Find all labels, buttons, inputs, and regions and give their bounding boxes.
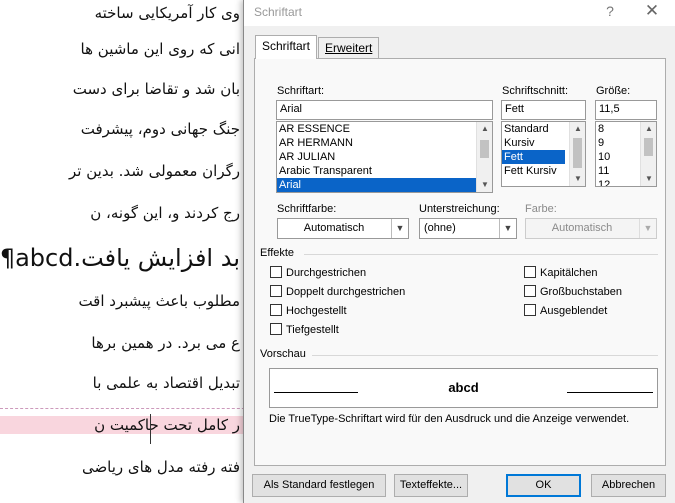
document-line: بد افزایش یافت.abcd¶	[0, 244, 240, 272]
document-line: مطلوب باعث پیشبرد اقت	[78, 292, 240, 310]
document-page: وی کار آمریکایی ساخته انی که روی این ماش…	[0, 0, 260, 503]
preview-note: Die TrueType-Schriftart wird für den Aus…	[269, 413, 630, 425]
divider	[304, 254, 658, 255]
chevron-down-icon[interactable]: ▼	[641, 172, 656, 186]
checkbox-label[interactable]: Großbuchstaben	[540, 286, 622, 298]
tab-schriftart[interactable]: Schriftart	[255, 35, 318, 59]
document-line: جنگ جهانی دوم، پیشرفت	[80, 120, 240, 138]
text-effects-button[interactable]: Texteffekte...	[394, 474, 468, 497]
ok-button[interactable]: OK	[506, 474, 581, 497]
scroll-thumb[interactable]	[573, 138, 582, 168]
checkbox-label[interactable]: Durchgestrichen	[286, 267, 366, 279]
dropdown-value: Automatisch	[551, 222, 613, 234]
text-cursor	[150, 414, 151, 444]
dropdown-value: (ohne)	[424, 222, 456, 234]
close-button[interactable]: ✕	[642, 1, 662, 21]
style-input[interactable]: Fett	[501, 100, 586, 120]
document-line: رگران معمولی شد. بدین تر	[69, 162, 240, 180]
checkbox-durchgestrichen[interactable]	[270, 266, 282, 278]
list-item[interactable]: Arabic Transparent	[277, 164, 492, 178]
dialog-title: Schriftart	[254, 5, 303, 19]
chevron-up-icon[interactable]: ▲	[477, 122, 492, 136]
divider	[312, 355, 658, 356]
document-line: انی که روی این ماشین ها	[80, 40, 240, 58]
cancel-button[interactable]: Abbrechen	[591, 474, 666, 497]
style-list-scrollbar[interactable]: ▲ ▼	[569, 122, 585, 186]
scroll-thumb[interactable]	[480, 140, 489, 158]
chevron-down-icon: ▼	[639, 219, 656, 238]
font-input[interactable]: Arial	[276, 100, 493, 120]
tab-label: Schriftart	[262, 39, 311, 53]
size-list[interactable]: 8 9 10 11 12 ▲ ▼	[595, 121, 657, 187]
document-line: وی کار آمریکایی ساخته	[94, 4, 240, 22]
help-button[interactable]: ?	[600, 3, 620, 21]
preview-baseline-right	[567, 392, 653, 393]
document-line: فته رفته مدل های ریاضی	[81, 458, 240, 476]
document-line: رج کردند و، این گونه، ن	[90, 204, 240, 222]
tab-label: Erweitert	[325, 41, 373, 55]
size-label: Größe:	[596, 85, 631, 97]
tab-erweitert[interactable]: Erweitert	[318, 37, 380, 59]
chevron-up-icon[interactable]: ▲	[570, 122, 585, 136]
dialog-titlebar[interactable]: Schriftart ? ✕	[244, 0, 675, 26]
checkbox-doppelt-durchgestrichen[interactable]	[270, 285, 282, 297]
underline-label: Unterstreichung:	[419, 203, 500, 215]
style-list[interactable]: Standard Kursiv Fett Fett Kursiv ▲ ▼	[501, 121, 586, 187]
document-line: ع می برد. در همین برها	[91, 334, 240, 352]
font-list-scrollbar[interactable]: ▲ ▼	[476, 122, 492, 192]
list-item[interactable]: AR ESSENCE	[277, 122, 492, 136]
dropdown-value: Automatisch	[303, 222, 365, 234]
checkbox-label[interactable]: Ausgeblendet	[540, 305, 607, 317]
chevron-down-icon[interactable]: ▼	[570, 172, 585, 186]
checkbox-ausgeblendet[interactable]	[524, 304, 536, 316]
checkbox-label[interactable]: Tiefgestellt	[286, 324, 339, 336]
checkbox-hochgestellt[interactable]	[270, 304, 282, 316]
preview-title: Vorschau	[260, 348, 306, 360]
checkbox-tiefgestellt[interactable]	[270, 323, 282, 335]
document-line: تبدیل اقتصاد به علمی با	[92, 374, 240, 392]
set-default-button[interactable]: Als Standard festlegen	[252, 474, 386, 497]
list-item-selected[interactable]: Fett	[502, 150, 565, 164]
font-color-label: Schriftfarbe:	[277, 203, 337, 215]
list-item-selected[interactable]: Arial	[277, 178, 476, 192]
font-label: Schriftart:	[277, 85, 325, 97]
size-input[interactable]: 11,5	[595, 100, 657, 120]
chevron-up-icon[interactable]: ▲	[641, 122, 656, 136]
scroll-thumb[interactable]	[644, 138, 653, 156]
checkbox-label[interactable]: Doppelt durchgestrichen	[286, 286, 405, 298]
document-line: بان شد و تقاضا برای دست	[72, 80, 240, 98]
style-label: Schriftschnitt:	[502, 85, 569, 97]
chevron-down-icon[interactable]: ▼	[477, 178, 492, 192]
document-line-highlighted: ر کامل تحت حاکمیت ن	[0, 416, 260, 434]
checkbox-kapitaelchen[interactable]	[524, 266, 536, 278]
chevron-down-icon[interactable]: ▼	[499, 219, 516, 238]
size-list-scrollbar[interactable]: ▲ ▼	[640, 122, 656, 186]
list-item[interactable]: AR HERMANN	[277, 136, 492, 150]
checkbox-grossbuchstaben[interactable]	[524, 285, 536, 297]
preview-box: abcd	[269, 368, 658, 408]
chevron-down-icon[interactable]: ▼	[391, 219, 408, 238]
underline-color-dropdown: Automatisch ▼	[525, 218, 657, 239]
font-color-dropdown[interactable]: Automatisch ▼	[277, 218, 409, 239]
list-item[interactable]: AR JULIAN	[277, 150, 492, 164]
underline-dropdown[interactable]: (ohne) ▼	[419, 218, 517, 239]
font-dialog: Schriftart ? ✕ Schriftart Erweitert Schr…	[243, 0, 675, 503]
page-margin-guide	[0, 408, 260, 409]
checkbox-label[interactable]: Hochgestellt	[286, 305, 347, 317]
checkbox-label[interactable]: Kapitälchen	[540, 267, 598, 279]
effects-title: Effekte	[260, 247, 295, 259]
font-list[interactable]: AR ESSENCE AR HERMANN AR JULIAN Arabic T…	[276, 121, 493, 193]
underline-color-label: Farbe:	[525, 203, 557, 215]
